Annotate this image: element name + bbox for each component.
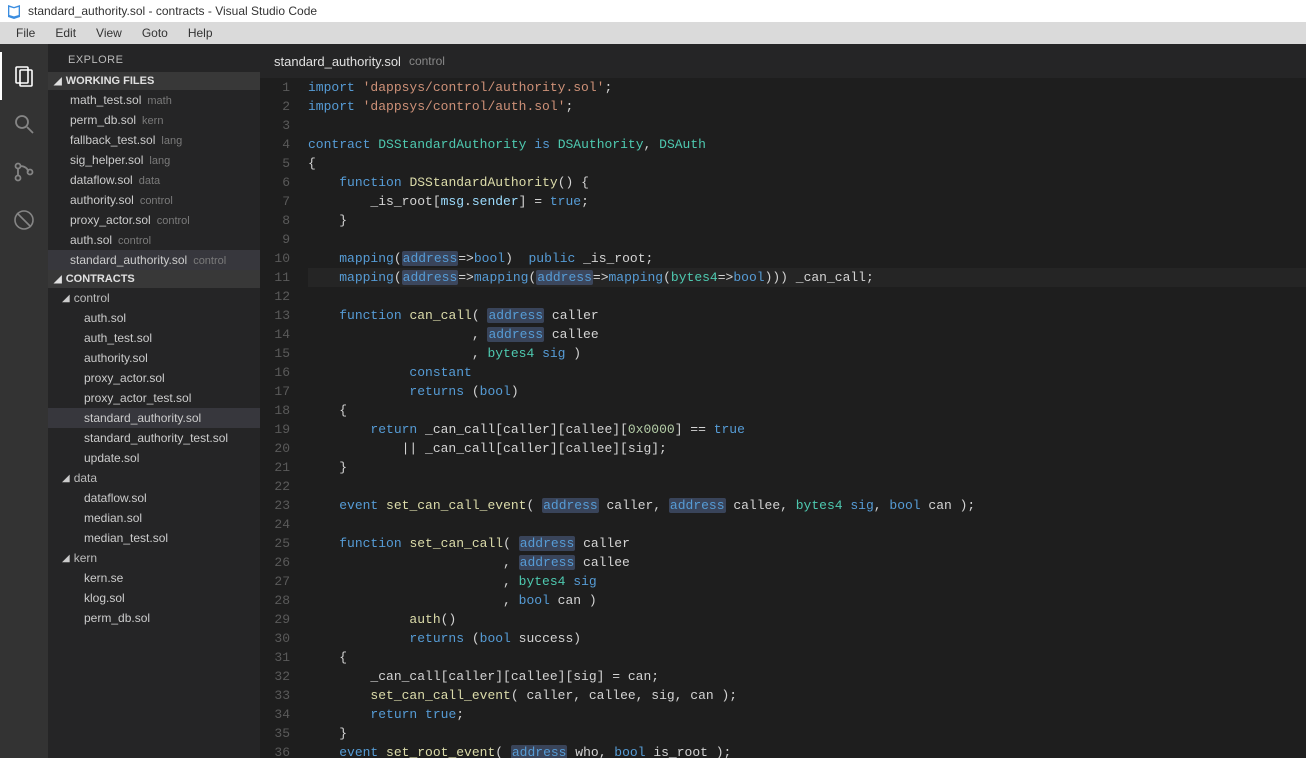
editor-tab-bar: standard_authority.sol control bbox=[260, 44, 1306, 78]
window-title: standard_authority.sol - contracts - Vis… bbox=[28, 4, 317, 18]
menubar: File Edit View Goto Help bbox=[0, 22, 1306, 44]
project-file-item[interactable]: median_test.sol bbox=[48, 528, 260, 548]
window-titlebar: standard_authority.sol - contracts - Vis… bbox=[0, 0, 1306, 22]
file-dir: lang bbox=[149, 155, 170, 167]
folder-name: control bbox=[74, 291, 110, 305]
sidebar-title: EXPLORE bbox=[48, 44, 260, 72]
code-content[interactable]: import 'dappsys/control/authority.sol';i… bbox=[304, 78, 1306, 758]
chevron-down-icon: ◢ bbox=[54, 274, 62, 285]
activity-explorer[interactable] bbox=[0, 52, 48, 100]
project-file-item[interactable]: standard_authority.sol bbox=[48, 408, 260, 428]
working-file-item[interactable]: math_test.sol math bbox=[48, 90, 260, 110]
working-file-item[interactable]: proxy_actor.sol control bbox=[48, 210, 260, 230]
project-file-item[interactable]: klog.sol bbox=[48, 588, 260, 608]
folder-item[interactable]: ◢ control bbox=[48, 288, 260, 308]
project-file-item[interactable]: standard_authority_test.sol bbox=[48, 428, 260, 448]
app-logo-icon bbox=[6, 3, 22, 19]
project-file-item[interactable]: kern.se bbox=[48, 568, 260, 588]
section-contracts[interactable]: ◢ CONTRACTS bbox=[48, 270, 260, 288]
editor-tab-dir: control bbox=[409, 54, 445, 68]
file-name: proxy_actor.sol bbox=[70, 213, 151, 227]
project-file-item[interactable]: dataflow.sol bbox=[48, 488, 260, 508]
line-number-gutter: 1234567891011121314151617181920212223242… bbox=[260, 78, 304, 758]
section-working-files[interactable]: ◢ WORKING FILES bbox=[48, 72, 260, 90]
file-name: perm_db.sol bbox=[70, 113, 136, 127]
project-file-item[interactable]: update.sol bbox=[48, 448, 260, 468]
file-name: sig_helper.sol bbox=[70, 153, 143, 167]
chevron-down-icon: ◢ bbox=[62, 473, 70, 484]
file-dir: kern bbox=[142, 115, 163, 127]
working-file-item[interactable]: fallback_test.sol lang bbox=[48, 130, 260, 150]
working-file-item[interactable]: sig_helper.sol lang bbox=[48, 150, 260, 170]
project-file-item[interactable]: perm_db.sol bbox=[48, 608, 260, 628]
file-dir: lang bbox=[161, 135, 182, 147]
working-file-item[interactable]: perm_db.sol kern bbox=[48, 110, 260, 130]
working-file-item[interactable]: dataflow.sol data bbox=[48, 170, 260, 190]
menu-goto[interactable]: Goto bbox=[132, 24, 178, 42]
sidebar: EXPLORE ◢ WORKING FILES math_test.solmat… bbox=[48, 44, 260, 758]
file-dir: data bbox=[139, 175, 160, 187]
working-file-item[interactable]: standard_authority.sol control bbox=[48, 250, 260, 270]
file-name: fallback_test.sol bbox=[70, 133, 155, 147]
chevron-down-icon: ◢ bbox=[62, 293, 70, 304]
folder-name: data bbox=[74, 471, 97, 485]
editor-body[interactable]: 1234567891011121314151617181920212223242… bbox=[260, 78, 1306, 758]
editor-area: standard_authority.sol control 123456789… bbox=[260, 44, 1306, 758]
activity-bar bbox=[0, 44, 48, 758]
activity-debug[interactable] bbox=[0, 196, 48, 244]
editor-tab-filename[interactable]: standard_authority.sol bbox=[274, 54, 401, 69]
working-file-item[interactable]: authority.sol control bbox=[48, 190, 260, 210]
chevron-down-icon: ◢ bbox=[62, 553, 70, 564]
menu-file[interactable]: File bbox=[6, 24, 45, 42]
menu-view[interactable]: View bbox=[86, 24, 132, 42]
project-file-item[interactable]: auth.sol bbox=[48, 308, 260, 328]
file-name: auth.sol bbox=[70, 233, 112, 247]
folder-name: kern bbox=[74, 551, 97, 565]
file-name: math_test.sol bbox=[70, 93, 141, 107]
menu-help[interactable]: Help bbox=[178, 24, 223, 42]
project-file-item[interactable]: proxy_actor.sol bbox=[48, 368, 260, 388]
file-name: dataflow.sol bbox=[70, 173, 133, 187]
section-contracts-label: CONTRACTS bbox=[66, 273, 135, 285]
activity-git[interactable] bbox=[0, 148, 48, 196]
activity-search[interactable] bbox=[0, 100, 48, 148]
folder-item[interactable]: ◢ data bbox=[48, 468, 260, 488]
section-working-label: WORKING FILES bbox=[66, 75, 155, 87]
working-file-item[interactable]: auth.sol control bbox=[48, 230, 260, 250]
project-file-item[interactable]: authority.sol bbox=[48, 348, 260, 368]
file-name: standard_authority.sol bbox=[70, 253, 187, 267]
project-file-item[interactable]: median.sol bbox=[48, 508, 260, 528]
project-file-item[interactable]: proxy_actor_test.sol bbox=[48, 388, 260, 408]
chevron-down-icon: ◢ bbox=[54, 76, 62, 87]
file-dir: math bbox=[147, 95, 171, 107]
file-dir: control bbox=[193, 255, 226, 267]
file-name: authority.sol bbox=[70, 193, 134, 207]
menu-edit[interactable]: Edit bbox=[45, 24, 86, 42]
project-file-item[interactable]: auth_test.sol bbox=[48, 328, 260, 348]
file-dir: control bbox=[157, 215, 190, 227]
folder-item[interactable]: ◢ kern bbox=[48, 548, 260, 568]
file-dir: control bbox=[118, 235, 151, 247]
file-dir: control bbox=[140, 195, 173, 207]
